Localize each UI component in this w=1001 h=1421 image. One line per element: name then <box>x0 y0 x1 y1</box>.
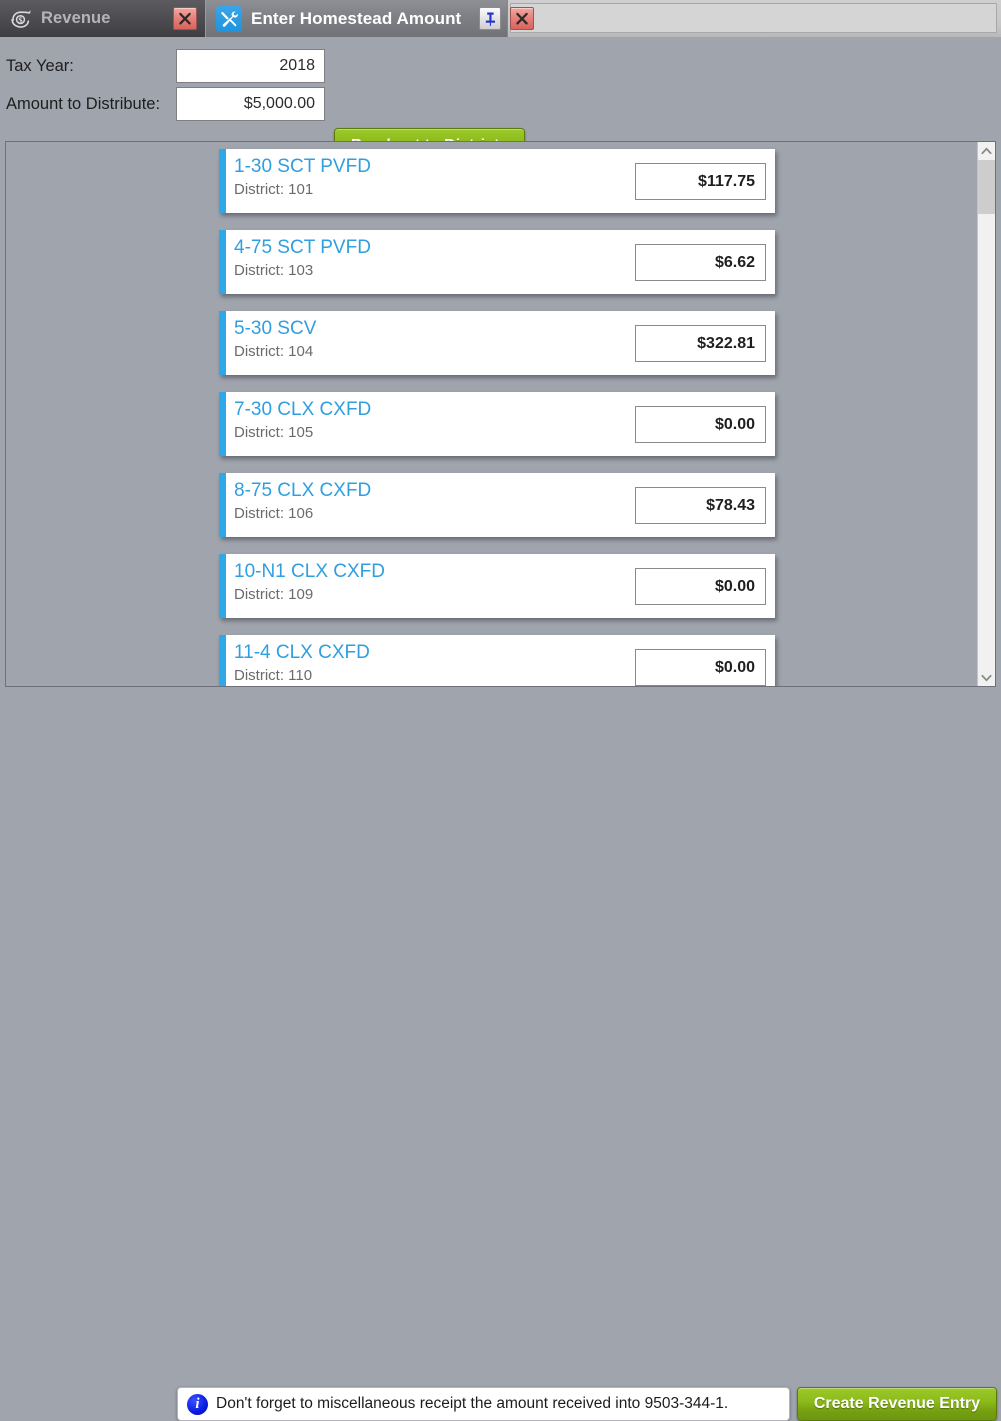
district-card-body: 5-30 SCVDistrict: 104 <box>226 311 775 375</box>
form-area: Tax Year: Amount to Distribute: Breakout… <box>0 37 1001 137</box>
district-card-body: 11-4 CLX CXFDDistrict: 110 <box>226 635 775 686</box>
tab-bar: $ Revenue Enter Homestead Amount <box>0 0 1001 37</box>
district-card[interactable]: 1-30 SCT PVFDDistrict: 101 <box>219 149 775 213</box>
footer-bar: i Don't forget to miscellaneous receipt … <box>0 687 1001 740</box>
amount-to-distribute-row: Amount to Distribute: <box>6 87 325 121</box>
district-card-body: 1-30 SCT PVFDDistrict: 101 <box>226 149 775 213</box>
district-card-accent-bar <box>219 149 226 213</box>
districts-scrollbar[interactable] <box>977 142 995 686</box>
scroll-down-button[interactable] <box>978 669 995 686</box>
info-circle-icon: i <box>187 1394 208 1415</box>
scrollbar-thumb[interactable] <box>978 160 995 214</box>
district-amount-input[interactable] <box>635 163 766 200</box>
info-message-box: i Don't forget to miscellaneous receipt … <box>177 1387 790 1421</box>
create-revenue-entry-button[interactable]: Create Revenue Entry <box>797 1387 997 1421</box>
tab-bar-empty-area <box>510 3 997 33</box>
tab-revenue-close-icon[interactable] <box>173 7 197 30</box>
tools-wrench-screwdriver-icon <box>216 6 242 32</box>
tax-year-row: Tax Year: <box>6 49 325 83</box>
district-amount-input[interactable] <box>635 244 766 281</box>
district-card-body: 10-N1 CLX CXFDDistrict: 109 <box>226 554 775 618</box>
info-message-text: Don't forget to miscellaneous receipt th… <box>216 1395 728 1413</box>
district-card[interactable]: 11-4 CLX CXFDDistrict: 110 <box>219 635 775 686</box>
districts-panel: 1-30 SCT PVFDDistrict: 101 4-75 SCT PVFDD… <box>5 141 996 687</box>
amount-to-distribute-input[interactable] <box>176 87 325 121</box>
districts-list: 1-30 SCT PVFDDistrict: 101 4-75 SCT PVFDD… <box>6 142 978 686</box>
district-card[interactable]: 7-30 CLX CXFDDistrict: 105 <box>219 392 775 456</box>
scroll-up-button[interactable] <box>978 142 995 159</box>
district-card-accent-bar <box>219 392 226 456</box>
district-card-accent-bar <box>219 311 226 375</box>
district-amount-input[interactable] <box>635 406 766 443</box>
district-card[interactable]: 4-75 SCT PVFDDistrict: 103 <box>219 230 775 294</box>
tab-pin-icon[interactable] <box>479 7 501 30</box>
district-amount-input[interactable] <box>635 568 766 605</box>
tab-revenue[interactable]: $ Revenue <box>0 0 205 37</box>
district-card-body: 7-30 CLX CXFDDistrict: 105 <box>226 392 775 456</box>
district-card-accent-bar <box>219 473 226 537</box>
tab-revenue-label: Revenue <box>41 9 110 28</box>
district-card-body: 4-75 SCT PVFDDistrict: 103 <box>226 230 775 294</box>
tax-year-label: Tax Year: <box>6 57 176 76</box>
district-card-accent-bar <box>219 554 226 618</box>
tab-enter-homestead-amount-label: Enter Homestead Amount <box>251 9 461 29</box>
tab-enter-homestead-amount[interactable]: Enter Homestead Amount <box>205 0 508 37</box>
district-card-body: 8-75 CLX CXFDDistrict: 106 <box>226 473 775 537</box>
district-card[interactable]: 8-75 CLX CXFDDistrict: 106 <box>219 473 775 537</box>
tax-year-input[interactable] <box>176 49 325 83</box>
district-amount-input[interactable] <box>635 649 766 686</box>
district-card[interactable]: 10-N1 CLX CXFDDistrict: 109 <box>219 554 775 618</box>
revenue-dollar-arrow-icon: $ <box>10 9 32 29</box>
amount-to-distribute-label: Amount to Distribute: <box>6 95 176 114</box>
district-amount-input[interactable] <box>635 325 766 362</box>
district-card-accent-bar <box>219 230 226 294</box>
tab-active-close-icon[interactable] <box>510 7 534 30</box>
district-amount-input[interactable] <box>635 487 766 524</box>
district-card-accent-bar <box>219 635 226 686</box>
district-card[interactable]: 5-30 SCVDistrict: 104 <box>219 311 775 375</box>
